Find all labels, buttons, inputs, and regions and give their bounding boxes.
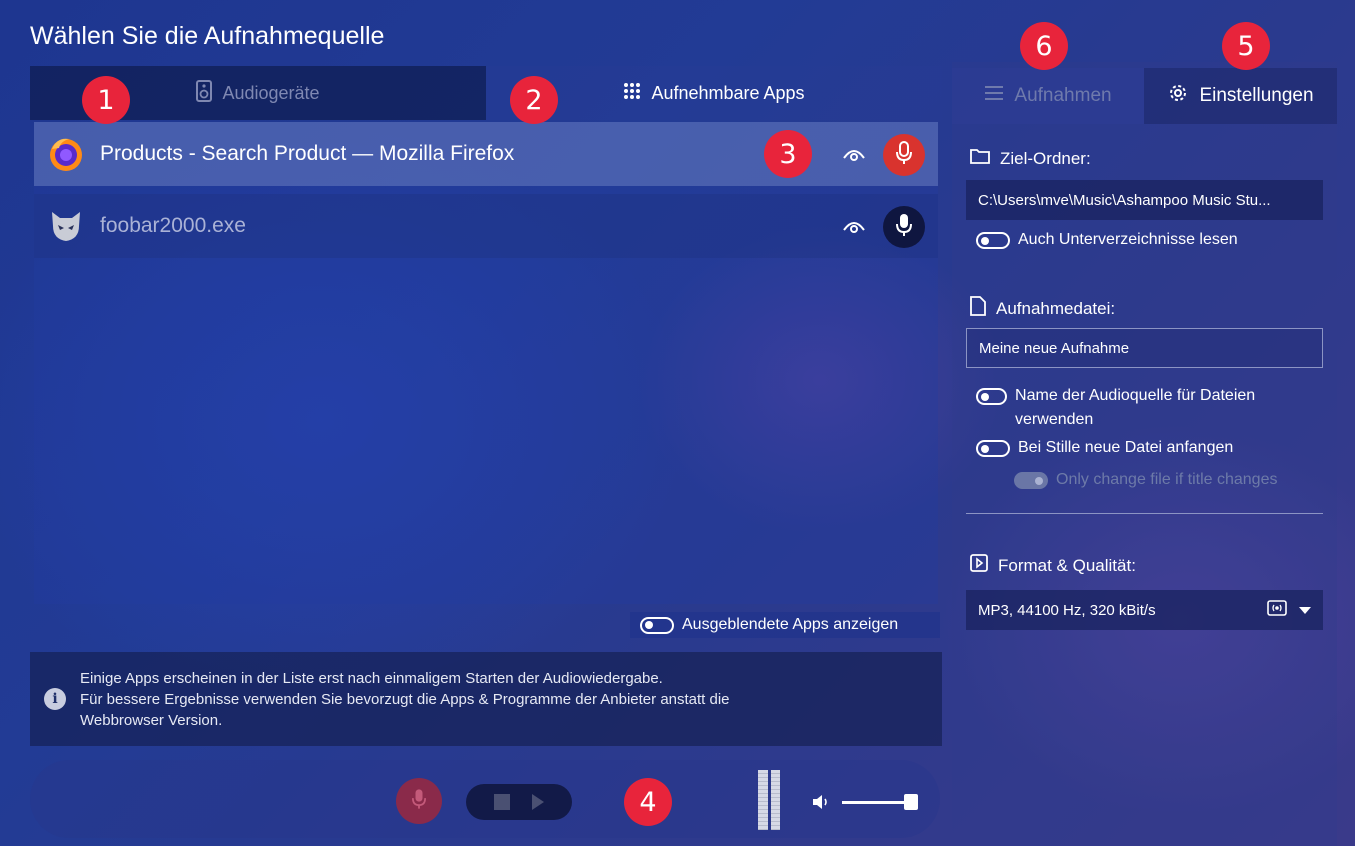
level-bar-right	[770, 770, 780, 830]
target-folder-field[interactable]: C:\Users\mve\Music\Ashampoo Music Stu...	[966, 180, 1323, 220]
firefox-icon	[46, 134, 86, 174]
transport-controls	[466, 784, 572, 820]
format-heading: Format & Qualität:	[970, 554, 1136, 577]
info-icon: i	[44, 688, 66, 710]
annotation-badge-3: 3	[764, 130, 812, 178]
toggle-switch[interactable]	[976, 440, 1010, 457]
microphone-icon	[896, 140, 912, 170]
tab-recordings-label: Aufnahmen	[1014, 85, 1112, 106]
toggle-switch[interactable]	[976, 232, 1010, 249]
list-item[interactable]: foobar2000.exe	[34, 194, 938, 258]
silence-toggle-row[interactable]: Bei Stille neue Datei anfangen	[976, 436, 1233, 460]
list-icon	[984, 85, 1004, 107]
page-title: Wählen Sie die Aufnahmequelle	[30, 22, 385, 50]
level-meter	[758, 770, 780, 830]
source-name-label: Name der Audioquelle für Dateien verwend…	[1015, 387, 1256, 428]
silence-label: Bei Stille neue Datei anfangen	[1018, 439, 1234, 456]
show-hidden-apps-label: Ausgeblendete Apps anzeigen	[682, 616, 899, 633]
tab-recordable-apps-label: Aufnehmbare Apps	[651, 82, 805, 103]
tab-audio-devices-label: Audiogeräte	[222, 82, 320, 103]
speaker-icon	[196, 79, 213, 107]
tab-settings[interactable]: Einstellungen	[1144, 68, 1337, 124]
eye-icon[interactable]	[840, 214, 868, 238]
grid-icon	[623, 82, 641, 105]
format-label: Format & Qualität:	[998, 555, 1136, 575]
volume-slider-track[interactable]	[842, 801, 912, 804]
source-tabs: Audiogeräte Aufnehmbare Apps	[30, 66, 942, 120]
target-folder-heading: Ziel-Ordner:	[970, 148, 1091, 169]
play-icon[interactable]	[532, 794, 544, 810]
recording-name-input[interactable]: Meine neue Aufnahme	[966, 328, 1323, 368]
divider	[966, 513, 1323, 514]
toggle-switch[interactable]	[976, 388, 1008, 405]
title-change-label: Only change file if title changes	[1056, 471, 1278, 488]
annotation-badge-1: 1	[82, 76, 130, 124]
volume-slider-thumb[interactable]	[904, 794, 918, 810]
info-line: Für bessere Ergebnisse verwenden Sie bev…	[80, 690, 730, 708]
app-list: Products - Search Product — Mozilla Fire…	[34, 122, 938, 604]
format-dropdown[interactable]: MP3, 44100 Hz, 320 kBit/s	[966, 590, 1323, 630]
folder-icon	[970, 148, 990, 169]
toggle-switch	[1014, 472, 1048, 489]
recording-file-heading: Aufnahmedatei:	[970, 296, 1115, 321]
subfolders-toggle-row[interactable]: Auch Unterverzeichnisse lesen	[976, 228, 1238, 252]
stop-icon[interactable]	[494, 794, 510, 810]
gear-icon	[1167, 82, 1189, 110]
toggle-switch[interactable]	[640, 616, 674, 634]
record-button[interactable]	[883, 134, 925, 176]
annotation-badge-4: 4	[624, 778, 672, 826]
microphone-icon	[412, 788, 426, 815]
file-icon	[970, 296, 986, 321]
title-change-toggle-row: Only change file if title changes	[1014, 468, 1277, 492]
eye-icon[interactable]	[840, 142, 868, 166]
tab-settings-label: Einstellungen	[1199, 85, 1314, 106]
target-folder-label: Ziel-Ordner:	[1000, 148, 1091, 168]
player-bar	[30, 760, 940, 838]
app-name: Products - Search Product — Mozilla Fire…	[100, 142, 515, 165]
format-value: MP3, 44100 Hz, 320 kBit/s	[978, 601, 1156, 619]
annotation-badge-2: 2	[510, 76, 558, 124]
info-box: i Einige Apps erscheinen in der Liste er…	[30, 652, 942, 746]
microphone-icon	[896, 213, 912, 242]
record-main-button[interactable]	[396, 778, 442, 824]
info-line: Webbrowser Version.	[80, 711, 223, 729]
broadcast-icon	[1267, 600, 1287, 620]
right-tabs: Aufnahmen Einstellungen	[952, 68, 1337, 124]
annotation-badge-5: 5	[1222, 22, 1270, 70]
tab-recordings[interactable]: Aufnahmen	[952, 68, 1144, 124]
chevron-down-icon	[1299, 606, 1311, 614]
play-box-icon	[970, 554, 988, 577]
record-button[interactable]	[883, 206, 925, 248]
info-text: Einige Apps erscheinen in der Liste erst…	[80, 668, 730, 731]
settings-panel: Aufnahmen Einstellungen Ziel-Ordner: C:\…	[952, 62, 1337, 846]
recording-file-label: Aufnahmedatei:	[996, 298, 1116, 318]
foobar-icon	[46, 206, 86, 246]
app-name: foobar2000.exe	[100, 214, 246, 237]
info-line: Einige Apps erscheinen in der Liste erst…	[80, 669, 663, 687]
source-name-toggle-row[interactable]: Name der Audioquelle für Dateien verwend…	[976, 384, 1306, 432]
annotation-badge-6: 6	[1020, 22, 1068, 70]
subfolders-label: Auch Unterverzeichnisse lesen	[1018, 231, 1238, 248]
show-hidden-apps-toggle[interactable]: Ausgeblendete Apps anzeigen	[630, 612, 940, 638]
volume-icon[interactable]	[812, 794, 830, 815]
level-bar-left	[758, 770, 768, 830]
